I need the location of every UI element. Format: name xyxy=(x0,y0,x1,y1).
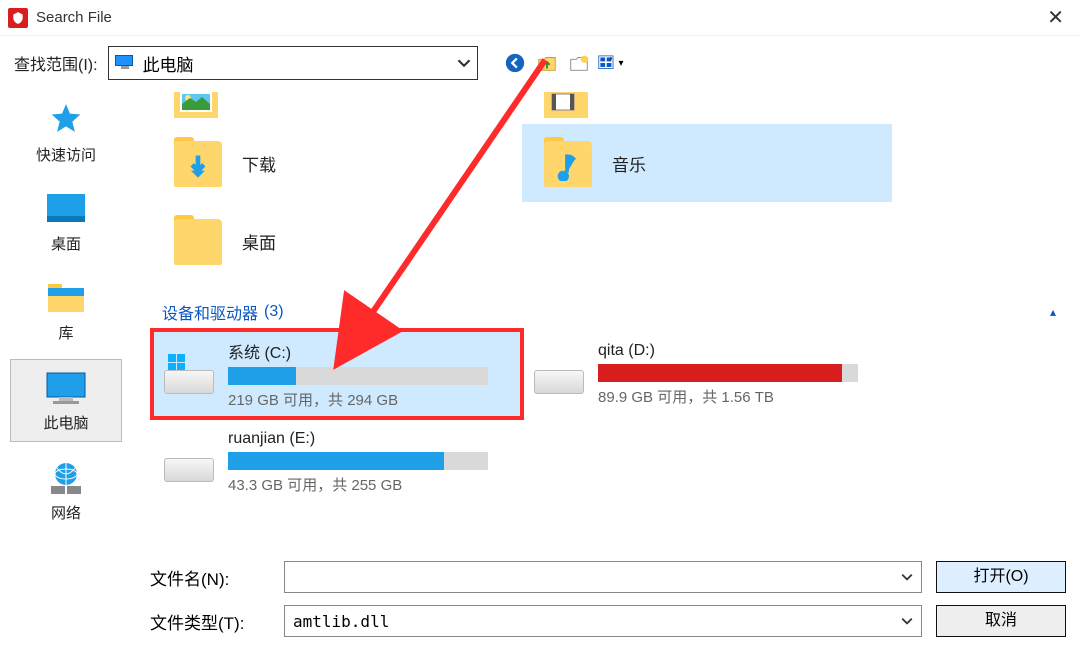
drive-usage-bar xyxy=(598,364,858,382)
filename-input[interactable] xyxy=(284,561,922,593)
nav-label: 桌面 xyxy=(51,233,81,254)
drive-stat: 219 GB 可用，共 294 GB xyxy=(228,389,522,410)
nav-label: 网络 xyxy=(51,502,81,523)
folder-downloads[interactable]: 下载 xyxy=(152,124,522,202)
filetype-label: 文件类型(T): xyxy=(150,609,270,634)
section-devices[interactable]: 设备和驱动器 (3) ▴ xyxy=(162,300,1080,324)
drive-usage-bar xyxy=(228,367,488,385)
drive-icon xyxy=(162,440,216,484)
folder-label: 音乐 xyxy=(612,151,646,176)
downloads-folder-icon xyxy=(172,137,224,189)
nav-thispc[interactable]: 此电脑 xyxy=(10,359,122,442)
drive-name: ruanjian (E:) xyxy=(228,430,522,448)
cancel-button[interactable]: 取消 xyxy=(936,605,1066,637)
nav-label: 快速访问 xyxy=(36,144,96,165)
filetype-dropdown[interactable]: amtlib.dll xyxy=(284,605,922,637)
nav-label: 库 xyxy=(58,322,73,343)
newfolder-button[interactable] xyxy=(566,50,592,76)
section-count: (3) xyxy=(264,303,284,321)
filename-label: 文件名(N): xyxy=(150,565,270,590)
title-bar: Search File ✕ xyxy=(0,0,1080,36)
libraries-icon xyxy=(42,278,90,318)
drive-icon xyxy=(532,352,586,396)
back-button[interactable] xyxy=(502,50,528,76)
up-button[interactable] xyxy=(534,50,560,76)
desktop-icon xyxy=(42,189,90,229)
music-folder-icon xyxy=(542,137,594,189)
drive-d[interactable]: qita (D:) 89.9 GB 可用，共 1.56 TB xyxy=(522,330,892,418)
drive-name: 系统 (C:) xyxy=(228,339,522,363)
drive-name: qita (D:) xyxy=(598,342,892,360)
view-button[interactable]: ▾ xyxy=(598,50,624,76)
lookin-value: 此电脑 xyxy=(143,51,457,76)
lookin-dropdown[interactable]: 此电脑 xyxy=(108,46,478,80)
close-button[interactable]: ✕ xyxy=(1039,5,1072,30)
drive-usage-bar xyxy=(228,452,488,470)
drive-stat: 43.3 GB 可用，共 255 GB xyxy=(228,474,522,495)
drive-icon xyxy=(162,352,216,396)
star-icon xyxy=(42,100,90,140)
open-button[interactable]: 打开(O) xyxy=(936,561,1066,593)
network-icon xyxy=(42,458,90,498)
chevron-down-icon[interactable] xyxy=(901,571,913,583)
window-title: Search File xyxy=(36,9,112,26)
app-icon xyxy=(8,8,28,28)
picture-folder-icon xyxy=(172,92,220,120)
folder-music[interactable]: 音乐 xyxy=(522,124,892,202)
folder-label: 下载 xyxy=(242,151,276,176)
thispc-icon xyxy=(42,368,90,408)
folder-label: 桌面 xyxy=(242,229,276,254)
section-title: 设备和驱动器 xyxy=(162,300,258,324)
nav-quickaccess[interactable]: 快速访问 xyxy=(10,92,122,173)
thispc-icon xyxy=(115,55,135,71)
folder-desktop[interactable]: 桌面 xyxy=(152,202,522,280)
filetype-value: amtlib.dll xyxy=(293,612,389,631)
nav-label: 此电脑 xyxy=(43,412,88,433)
drive-e[interactable]: ruanjian (E:) 43.3 GB 可用，共 255 GB xyxy=(152,418,522,506)
drive-c[interactable]: 系统 (C:) 219 GB 可用，共 294 GB xyxy=(152,330,522,418)
folder-item-truncated[interactable] xyxy=(522,88,892,124)
drive-stat: 89.9 GB 可用，共 1.56 TB xyxy=(598,386,892,407)
lookin-label: 查找范围(I): xyxy=(14,51,98,75)
folder-item-truncated[interactable] xyxy=(152,88,522,124)
toolbar: 查找范围(I): 此电脑 ▾ xyxy=(0,36,1080,84)
nav-desktop[interactable]: 桌面 xyxy=(10,181,122,262)
folder-icon xyxy=(172,215,224,267)
dialog-footer: 文件名(N): 打开(O) 文件类型(T): amtlib.dll 取消 xyxy=(0,551,1080,637)
chevron-down-icon[interactable] xyxy=(901,615,913,627)
collapse-icon[interactable]: ▴ xyxy=(1050,305,1056,319)
video-folder-icon xyxy=(542,92,590,120)
chevron-down-icon xyxy=(457,56,471,70)
file-list-area[interactable]: 下载 音乐 桌面 设备和驱动器 (3) ▴ xyxy=(132,84,1080,551)
nav-libraries[interactable]: 库 xyxy=(10,270,122,351)
nav-network[interactable]: 网络 xyxy=(10,450,122,531)
places-sidebar: 快速访问 桌面 库 此电脑 网络 xyxy=(0,84,132,551)
